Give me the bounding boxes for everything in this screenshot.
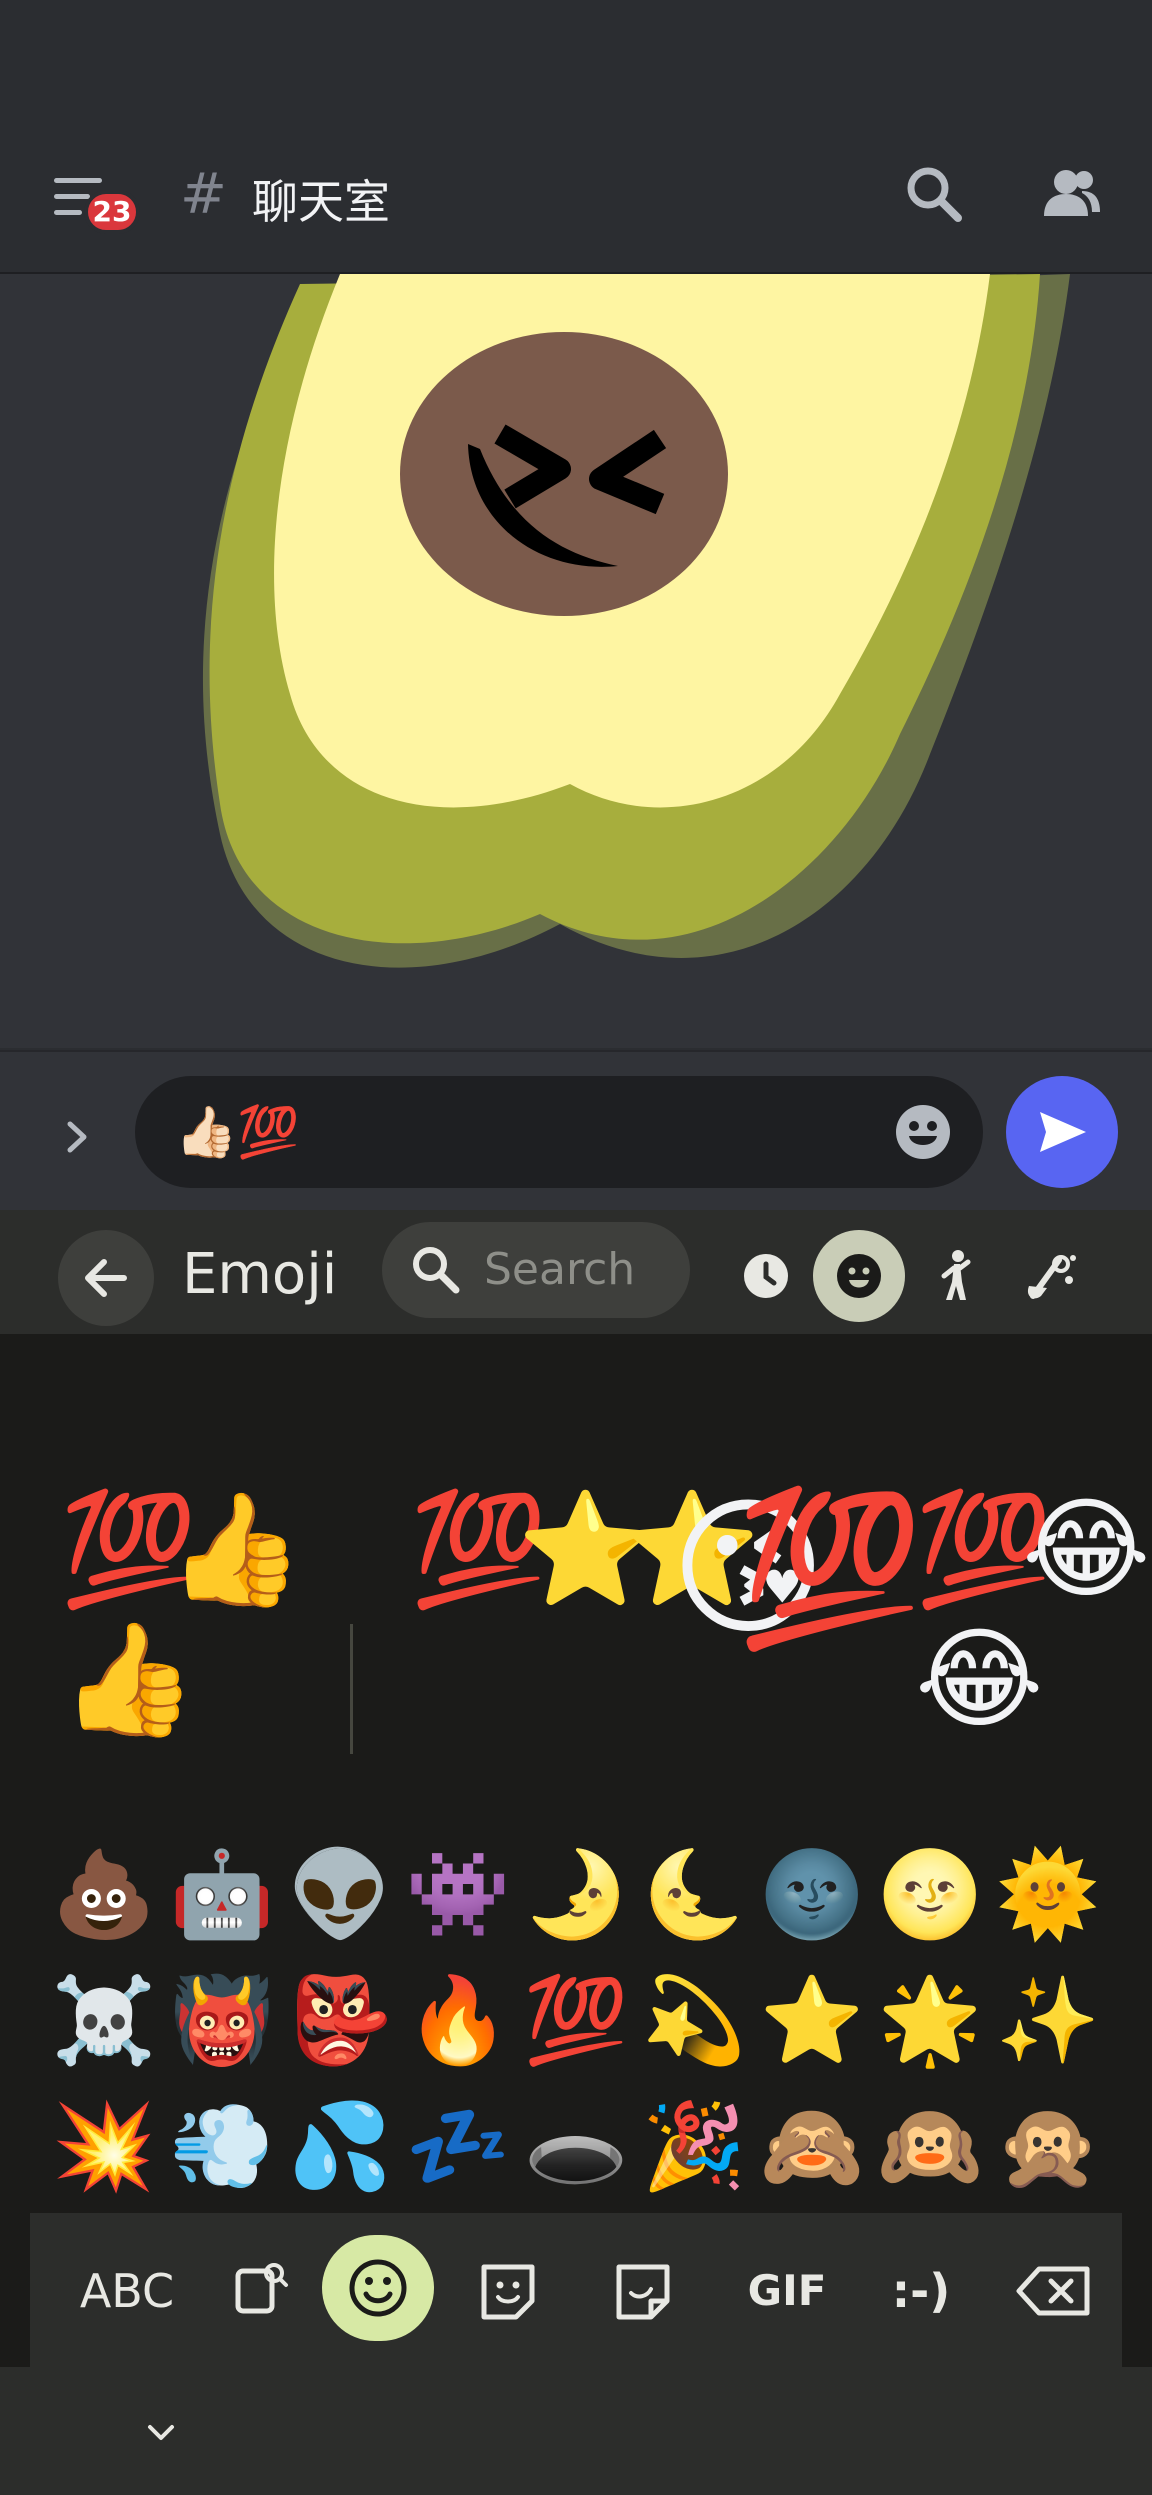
unread-badge: 23 <box>84 190 140 234</box>
chevron-right-icon[interactable] <box>50 1110 104 1164</box>
menu-line <box>54 194 90 199</box>
message-area <box>0 274 1152 1048</box>
emoji-cell[interactable]: 🌝 <box>874 1838 986 1950</box>
gif-key[interactable]: GIF <box>727 2243 847 2339</box>
members-icon[interactable] <box>1036 160 1106 230</box>
emoji-cell[interactable]: 🤖 <box>166 1838 278 1950</box>
channel-header: 23 # 聊天室 <box>0 0 1152 274</box>
emoji-cell[interactable]: 👾 <box>402 1838 514 1950</box>
emoji-cell[interactable]: 💤 <box>402 2090 514 2202</box>
emoji-cell[interactable]: 🌟 <box>874 1964 986 2076</box>
sticker-face-icon[interactable] <box>460 2243 556 2339</box>
emoji-cell[interactable]: 👺 <box>284 1964 396 2076</box>
emoji-cell[interactable]: 💨 <box>166 2090 278 2202</box>
back-button[interactable] <box>58 1230 154 1326</box>
message-composer: 👍🏻💯 <box>0 1050 1152 1210</box>
arrow-left-icon <box>85 1259 127 1297</box>
emoji-cell[interactable]: ☠️ <box>48 1964 160 2076</box>
emoji-cell[interactable]: 👹 <box>166 1964 278 2076</box>
emoji-icon[interactable] <box>893 1102 953 1162</box>
send-icon <box>1040 1112 1086 1152</box>
channel-hash-icon: # <box>180 162 227 227</box>
keyboard-bottom-bar: ABC GIF:-) <box>30 2213 1122 2367</box>
recent-clock-icon[interactable] <box>720 1230 812 1322</box>
sticker-icon[interactable] <box>595 2243 691 2339</box>
emoji-cell[interactable]: 🎉 <box>638 2090 750 2202</box>
emoji-cell[interactable]: 🌞 <box>992 1838 1104 1950</box>
menu-line <box>54 178 102 183</box>
avocado-sticker <box>202 274 1070 968</box>
emoji-cell[interactable]: 💯 <box>520 1964 632 2076</box>
emoji-cell[interactable]: 🌛 <box>520 1838 632 1950</box>
emoticon-key[interactable]: :-) <box>856 2243 986 2339</box>
activities-category-icon[interactable] <box>1003 1230 1095 1322</box>
emoji-cell[interactable]: 💦 <box>284 2090 396 2202</box>
emoji-cell[interactable]: 🌚 <box>756 1838 868 1950</box>
clipboard-search-icon[interactable] <box>212 2243 308 2339</box>
navigation-strip <box>0 2367 1152 2495</box>
emoji-cell[interactable]: 💩 <box>48 1838 160 1950</box>
emoji-search-field[interactable]: Search <box>382 1222 690 1318</box>
smiley-icon <box>349 2259 407 2317</box>
emoji-tab-button[interactable] <box>322 2235 434 2341</box>
send-button[interactable] <box>1006 1076 1118 1188</box>
suggestion-100-stars[interactable]: 💯⭐⭐ <box>410 1484 761 1614</box>
search-icon[interactable] <box>900 160 970 230</box>
search-icon <box>413 1247 460 1294</box>
menu-line <box>54 210 82 215</box>
emoji-cell[interactable]: 💥 <box>48 2090 160 2202</box>
emoji-cell[interactable]: ⭐ <box>756 1964 868 2076</box>
emoji-cell[interactable]: 🙈 <box>756 2090 868 2202</box>
message-input[interactable]: 👍🏻💯 <box>135 1076 983 1188</box>
emoji-cell[interactable]: 🙊 <box>992 2090 1104 2202</box>
abc-key[interactable]: ABC <box>52 2243 202 2339</box>
emoji-cell[interactable]: 💫 <box>638 1964 750 2076</box>
emoji-cell[interactable]: ✨ <box>992 1964 1104 2076</box>
channel-title: 聊天室 <box>252 175 390 229</box>
emoji-toolbar: Emoji Search <box>0 1210 1152 1334</box>
people-category-icon[interactable] <box>910 1230 1002 1322</box>
emoji-cell[interactable]: 👽 <box>284 1838 396 1950</box>
backspace-icon[interactable] <box>1005 2243 1105 2339</box>
emoji-search-placeholder: Search <box>484 1244 636 1295</box>
emoji-keyboard: Emoji Search 💯👍👍 💯⭐⭐ 😘💯 💯😂😂 💩 🤖 👽 👾 🌛 🌜 … <box>0 1210 1152 2495</box>
smileys-category-icon[interactable] <box>813 1230 905 1322</box>
chevron-down-icon[interactable] <box>136 2407 186 2457</box>
emoji-cell[interactable]: 🕳️ <box>520 2090 632 2202</box>
emoji-cell[interactable]: 🌜 <box>638 1838 750 1950</box>
emoji-panel-title: Emoji <box>182 1242 338 1307</box>
emoji-cell[interactable]: 🔥 <box>402 1964 514 2076</box>
message-input-value: 👍🏻💯 <box>175 1103 300 1161</box>
emoji-cell[interactable]: 🙉 <box>874 2090 986 2202</box>
